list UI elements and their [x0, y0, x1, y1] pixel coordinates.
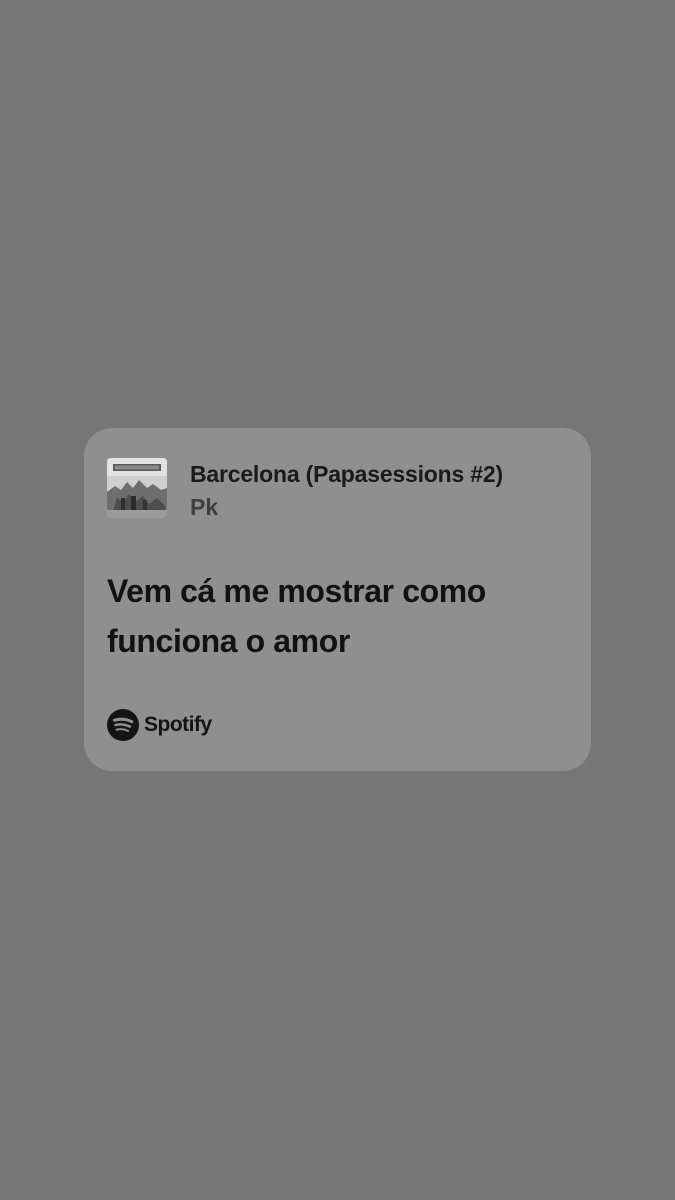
spotify-wordmark: Spotify	[144, 713, 212, 736]
lyric-line: funciona o amor	[107, 623, 350, 659]
lyrics-text: Vem cá me mostrar como funciona o amor	[107, 566, 567, 666]
track-artist: Pk	[190, 494, 219, 520]
lyrics-share-card[interactable]: Barcelona (Papasessions #2) Pk Vem cá me…	[84, 428, 591, 771]
album-cover	[107, 458, 167, 518]
spotify-branding: Spotify	[107, 708, 212, 742]
spotify-logo-icon	[107, 709, 139, 741]
album-cover-image	[107, 458, 167, 518]
lyric-line: Vem cá me mostrar como	[107, 573, 486, 609]
track-title: Barcelona (Papasessions #2)	[190, 461, 503, 487]
